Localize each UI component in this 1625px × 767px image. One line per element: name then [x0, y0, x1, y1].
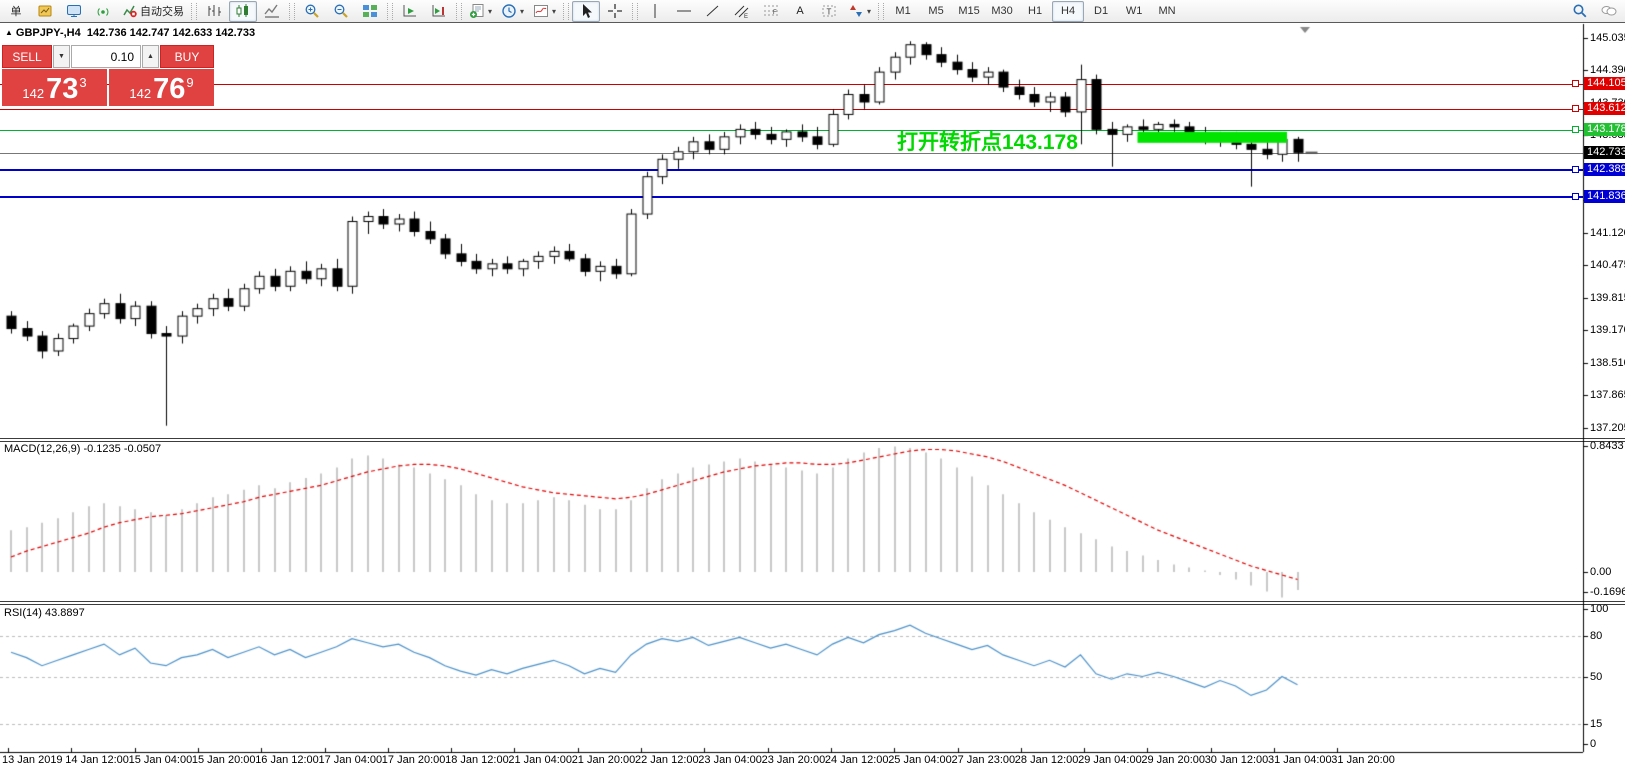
collapse-panel-icon[interactable]: ▲	[5, 28, 13, 37]
hline-endpoint-143.612[interactable]	[1572, 105, 1579, 112]
buy-price-sup: 9	[186, 75, 193, 90]
symbol-period-label: GBPJPY-,H4	[16, 27, 81, 39]
rsi-label: RSI(14) 43.8897	[4, 607, 85, 619]
buy-button[interactable]: BUY	[160, 45, 214, 68]
chart-canvas[interactable]	[0, 0, 1625, 767]
buy-price-big: 76	[153, 75, 185, 104]
buy-price-button[interactable]: 142769	[109, 69, 214, 106]
volume-decrease-button[interactable]: ▼	[53, 45, 70, 68]
price-badge-143.178: 143.178	[1584, 123, 1625, 136]
buy-price-prefix: 142	[129, 86, 151, 101]
annotation-text[interactable]: 打开转折点143.178	[897, 126, 1078, 156]
hline-endpoint-141.836[interactable]	[1572, 193, 1579, 200]
ohlc-values: 142.736 142.747 142.633 142.733	[87, 27, 255, 39]
price-badge-143.612: 143.612	[1584, 102, 1625, 115]
macd-label: MACD(12,26,9) -0.1235 -0.0507	[4, 443, 161, 455]
hline-endpoint-142.389[interactable]	[1572, 166, 1579, 173]
hline-endpoint-144.105[interactable]	[1572, 80, 1579, 87]
volume-input[interactable]: 0.10	[71, 45, 141, 68]
price-badge-142.733: 142.733	[1584, 146, 1625, 159]
sell-button[interactable]: SELL	[2, 45, 52, 68]
price-badge-142.389: 142.389	[1584, 163, 1625, 176]
sell-price-big: 73	[46, 75, 78, 104]
volume-increase-button[interactable]: ▲	[142, 45, 159, 68]
one-click-trading-panel: SELL ▼ 0.10 ▲ BUY 142733 142769	[2, 45, 214, 106]
sell-price-button[interactable]: 142733	[2, 69, 107, 106]
hline-endpoint-143.178[interactable]	[1572, 126, 1579, 133]
price-badge-144.105: 144.105	[1584, 77, 1625, 90]
sell-price-prefix: 142	[22, 86, 44, 101]
price-badge-141.836: 141.836	[1584, 190, 1625, 203]
chart-header: ▲GBPJPY-,H4 142.736 142.747 142.633 142.…	[5, 27, 255, 39]
sell-price-sup: 3	[79, 75, 86, 90]
mt4-window: 单自动交易▾▾▾EFAT▾M1M5M15M30H1H4D1W1MN 145.03…	[0, 0, 1625, 767]
